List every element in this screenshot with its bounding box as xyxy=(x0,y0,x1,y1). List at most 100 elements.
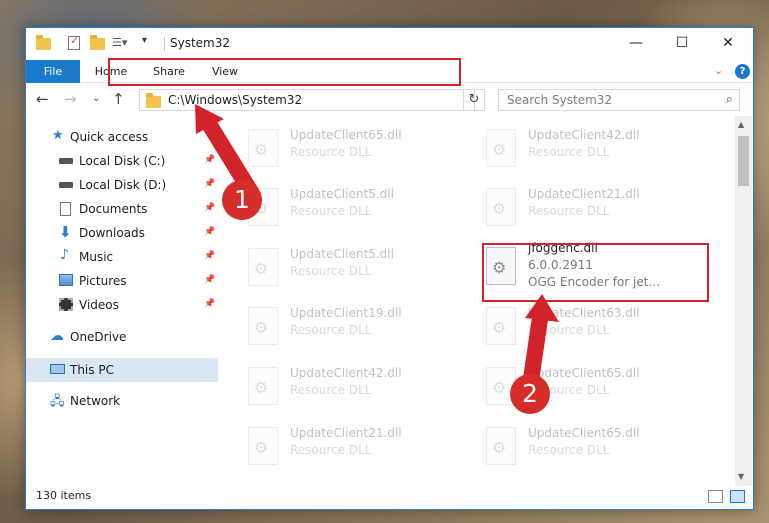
file-item[interactable]: UpdateClient19.dll Resource DLL xyxy=(238,300,468,352)
dll-file-icon xyxy=(248,129,278,167)
dll-file-icon xyxy=(248,427,278,465)
file-item[interactable]: UpdateClient65.dll Resource DLL xyxy=(476,420,706,472)
quick-access-dropdown-icon[interactable]: ▾ xyxy=(142,35,147,51)
file-name: UpdateClient21.dll xyxy=(290,426,402,440)
help-icon[interactable]: ? xyxy=(735,64,750,79)
details-view-icon[interactable] xyxy=(708,490,723,503)
window-title: System32 xyxy=(170,36,231,50)
recent-locations-icon[interactable]: ⌄ xyxy=(92,93,100,104)
dll-file-icon xyxy=(486,427,516,465)
address-highlight-box xyxy=(108,58,461,86)
sidebar-item-quick-access[interactable]: ★ Quick access xyxy=(26,126,218,148)
sidebar-item-label: Quick access xyxy=(70,130,149,144)
sidebar-item-pictures[interactable]: Pictures 📌 xyxy=(26,270,218,292)
forward-arrow-icon[interactable]: → xyxy=(64,90,77,108)
dll-file-icon xyxy=(248,367,278,405)
pin-icon[interactable]: 📌 xyxy=(204,179,215,189)
scroll-thumb[interactable] xyxy=(738,136,749,186)
file-type: Resource DLL xyxy=(290,383,372,397)
sidebar-item-label: Downloads xyxy=(79,226,145,240)
navigation-pane: ★ Quick access Local Disk (C:) 📌 Local D… xyxy=(26,116,218,486)
file-item[interactable]: UpdateClient21.dll Resource DLL xyxy=(476,181,706,233)
sidebar-item-label: Videos xyxy=(79,298,119,312)
expand-ribbon-icon[interactable]: ⌄ xyxy=(714,64,723,77)
search-input[interactable]: Search System32 ⌕ xyxy=(498,89,740,111)
file-highlight-box xyxy=(482,243,709,302)
file-type: Resource DLL xyxy=(290,145,372,159)
title-separator xyxy=(164,37,165,51)
sidebar-item-local-disk-c[interactable]: Local Disk (C:) 📌 xyxy=(26,150,218,172)
pin-icon[interactable]: 📌 xyxy=(204,299,215,309)
file-type: Resource DLL xyxy=(528,443,610,457)
file-name: UpdateClient65.dll xyxy=(528,366,640,380)
download-icon: ⬇ xyxy=(59,223,72,241)
cloud-icon: ☁ xyxy=(50,328,64,344)
step-2-badge: 2 xyxy=(510,374,550,414)
file-name: UpdateClient5.dll xyxy=(290,247,394,261)
dll-file-icon xyxy=(486,307,516,345)
sidebar-item-network[interactable]: 🖧 Network xyxy=(26,390,218,412)
status-bar: 130 items xyxy=(26,486,753,509)
file-item[interactable]: UpdateClient42.dll Resource DLL xyxy=(238,360,468,412)
sidebar-item-onedrive[interactable]: ☁ OneDrive xyxy=(26,326,218,348)
pictures-icon xyxy=(59,274,73,286)
pin-icon[interactable]: 📌 xyxy=(204,227,215,237)
sidebar-item-label: Local Disk (C:) xyxy=(79,154,166,168)
sidebar-item-music[interactable]: ♪ Music 📌 xyxy=(26,246,218,268)
file-type: Resource DLL xyxy=(290,264,372,278)
file-name: UpdateClient42.dll xyxy=(528,128,640,142)
sidebar-item-label: Pictures xyxy=(79,274,127,288)
file-name: UpdateClient63.dll xyxy=(528,306,640,320)
tab-file[interactable]: File xyxy=(26,60,80,83)
address-folder-icon xyxy=(146,93,161,108)
sidebar-item-label: Documents xyxy=(79,202,148,216)
music-icon: ♪ xyxy=(60,247,69,263)
videos-icon xyxy=(59,298,73,311)
search-placeholder: Search System32 xyxy=(507,93,613,107)
refresh-icon[interactable]: ↻ xyxy=(463,89,485,111)
minimize-button[interactable]: — xyxy=(613,28,659,58)
sidebar-item-documents[interactable]: Documents 📌 xyxy=(26,198,218,220)
file-item[interactable]: UpdateClient5.dll Resource DLL xyxy=(238,241,468,293)
pin-icon[interactable]: 📌 xyxy=(204,275,215,285)
file-item[interactable]: UpdateClient63.dll Resource DLL xyxy=(476,300,706,352)
step-1-badge: 1 xyxy=(222,180,262,220)
sidebar-item-this-pc[interactable]: This PC xyxy=(26,358,218,382)
documents-icon xyxy=(60,202,71,216)
maximize-button[interactable]: ☐ xyxy=(659,28,705,58)
file-name: UpdateClient65.dll xyxy=(290,128,402,142)
file-item[interactable]: UpdateClient42.dll Resource DLL xyxy=(476,122,706,174)
search-icon: ⌕ xyxy=(725,92,733,107)
pin-icon[interactable]: 📌 xyxy=(204,155,215,165)
scroll-down-icon[interactable]: ▼ xyxy=(738,472,744,481)
file-type: Resource DLL xyxy=(528,323,610,337)
large-icons-view-icon[interactable] xyxy=(730,490,745,503)
dll-file-icon xyxy=(486,129,516,167)
sidebar-item-downloads[interactable]: ⬇ Downloads 📌 xyxy=(26,222,218,244)
file-type: Resource DLL xyxy=(528,145,610,159)
dll-file-icon xyxy=(486,188,516,226)
star-icon: ★ xyxy=(52,128,64,143)
drive-icon xyxy=(59,182,73,188)
address-bar[interactable]: C:\Windows\System32 ⌄ xyxy=(139,89,568,111)
navigation-bar: ← → ⌄ ↑ C:\Windows\System32 ⌄ ↻ Search S… xyxy=(26,84,753,116)
file-name: UpdateClient42.dll xyxy=(290,366,402,380)
pin-icon[interactable]: 📌 xyxy=(204,251,215,261)
sidebar-item-videos[interactable]: Videos 📌 xyxy=(26,294,218,316)
sidebar-item-local-disk-d[interactable]: Local Disk (D:) 📌 xyxy=(26,174,218,196)
pin-icon[interactable]: 📌 xyxy=(204,203,215,213)
file-name: UpdateClient5.dll xyxy=(290,187,394,201)
file-item[interactable]: UpdateClient21.dll Resource DLL xyxy=(238,420,468,472)
file-item[interactable]: UpdateClient65.dll Resource DLL xyxy=(238,122,468,174)
up-arrow-icon[interactable]: ↑ xyxy=(112,90,125,108)
items-count: 130 items xyxy=(36,489,92,502)
file-item[interactable]: UpdateClient5.dll Resource DLL xyxy=(238,181,468,233)
computer-icon xyxy=(50,364,65,374)
close-button[interactable]: ✕ xyxy=(705,28,751,58)
back-arrow-icon[interactable]: ← xyxy=(36,90,49,108)
customize-toolbar-icon[interactable]: ☰▾ xyxy=(112,36,127,52)
file-name: UpdateClient21.dll xyxy=(528,187,640,201)
scroll-up-icon[interactable]: ▲ xyxy=(738,120,744,129)
dll-file-icon xyxy=(248,248,278,286)
vertical-scrollbar[interactable]: ▲ ▼ xyxy=(735,116,752,486)
